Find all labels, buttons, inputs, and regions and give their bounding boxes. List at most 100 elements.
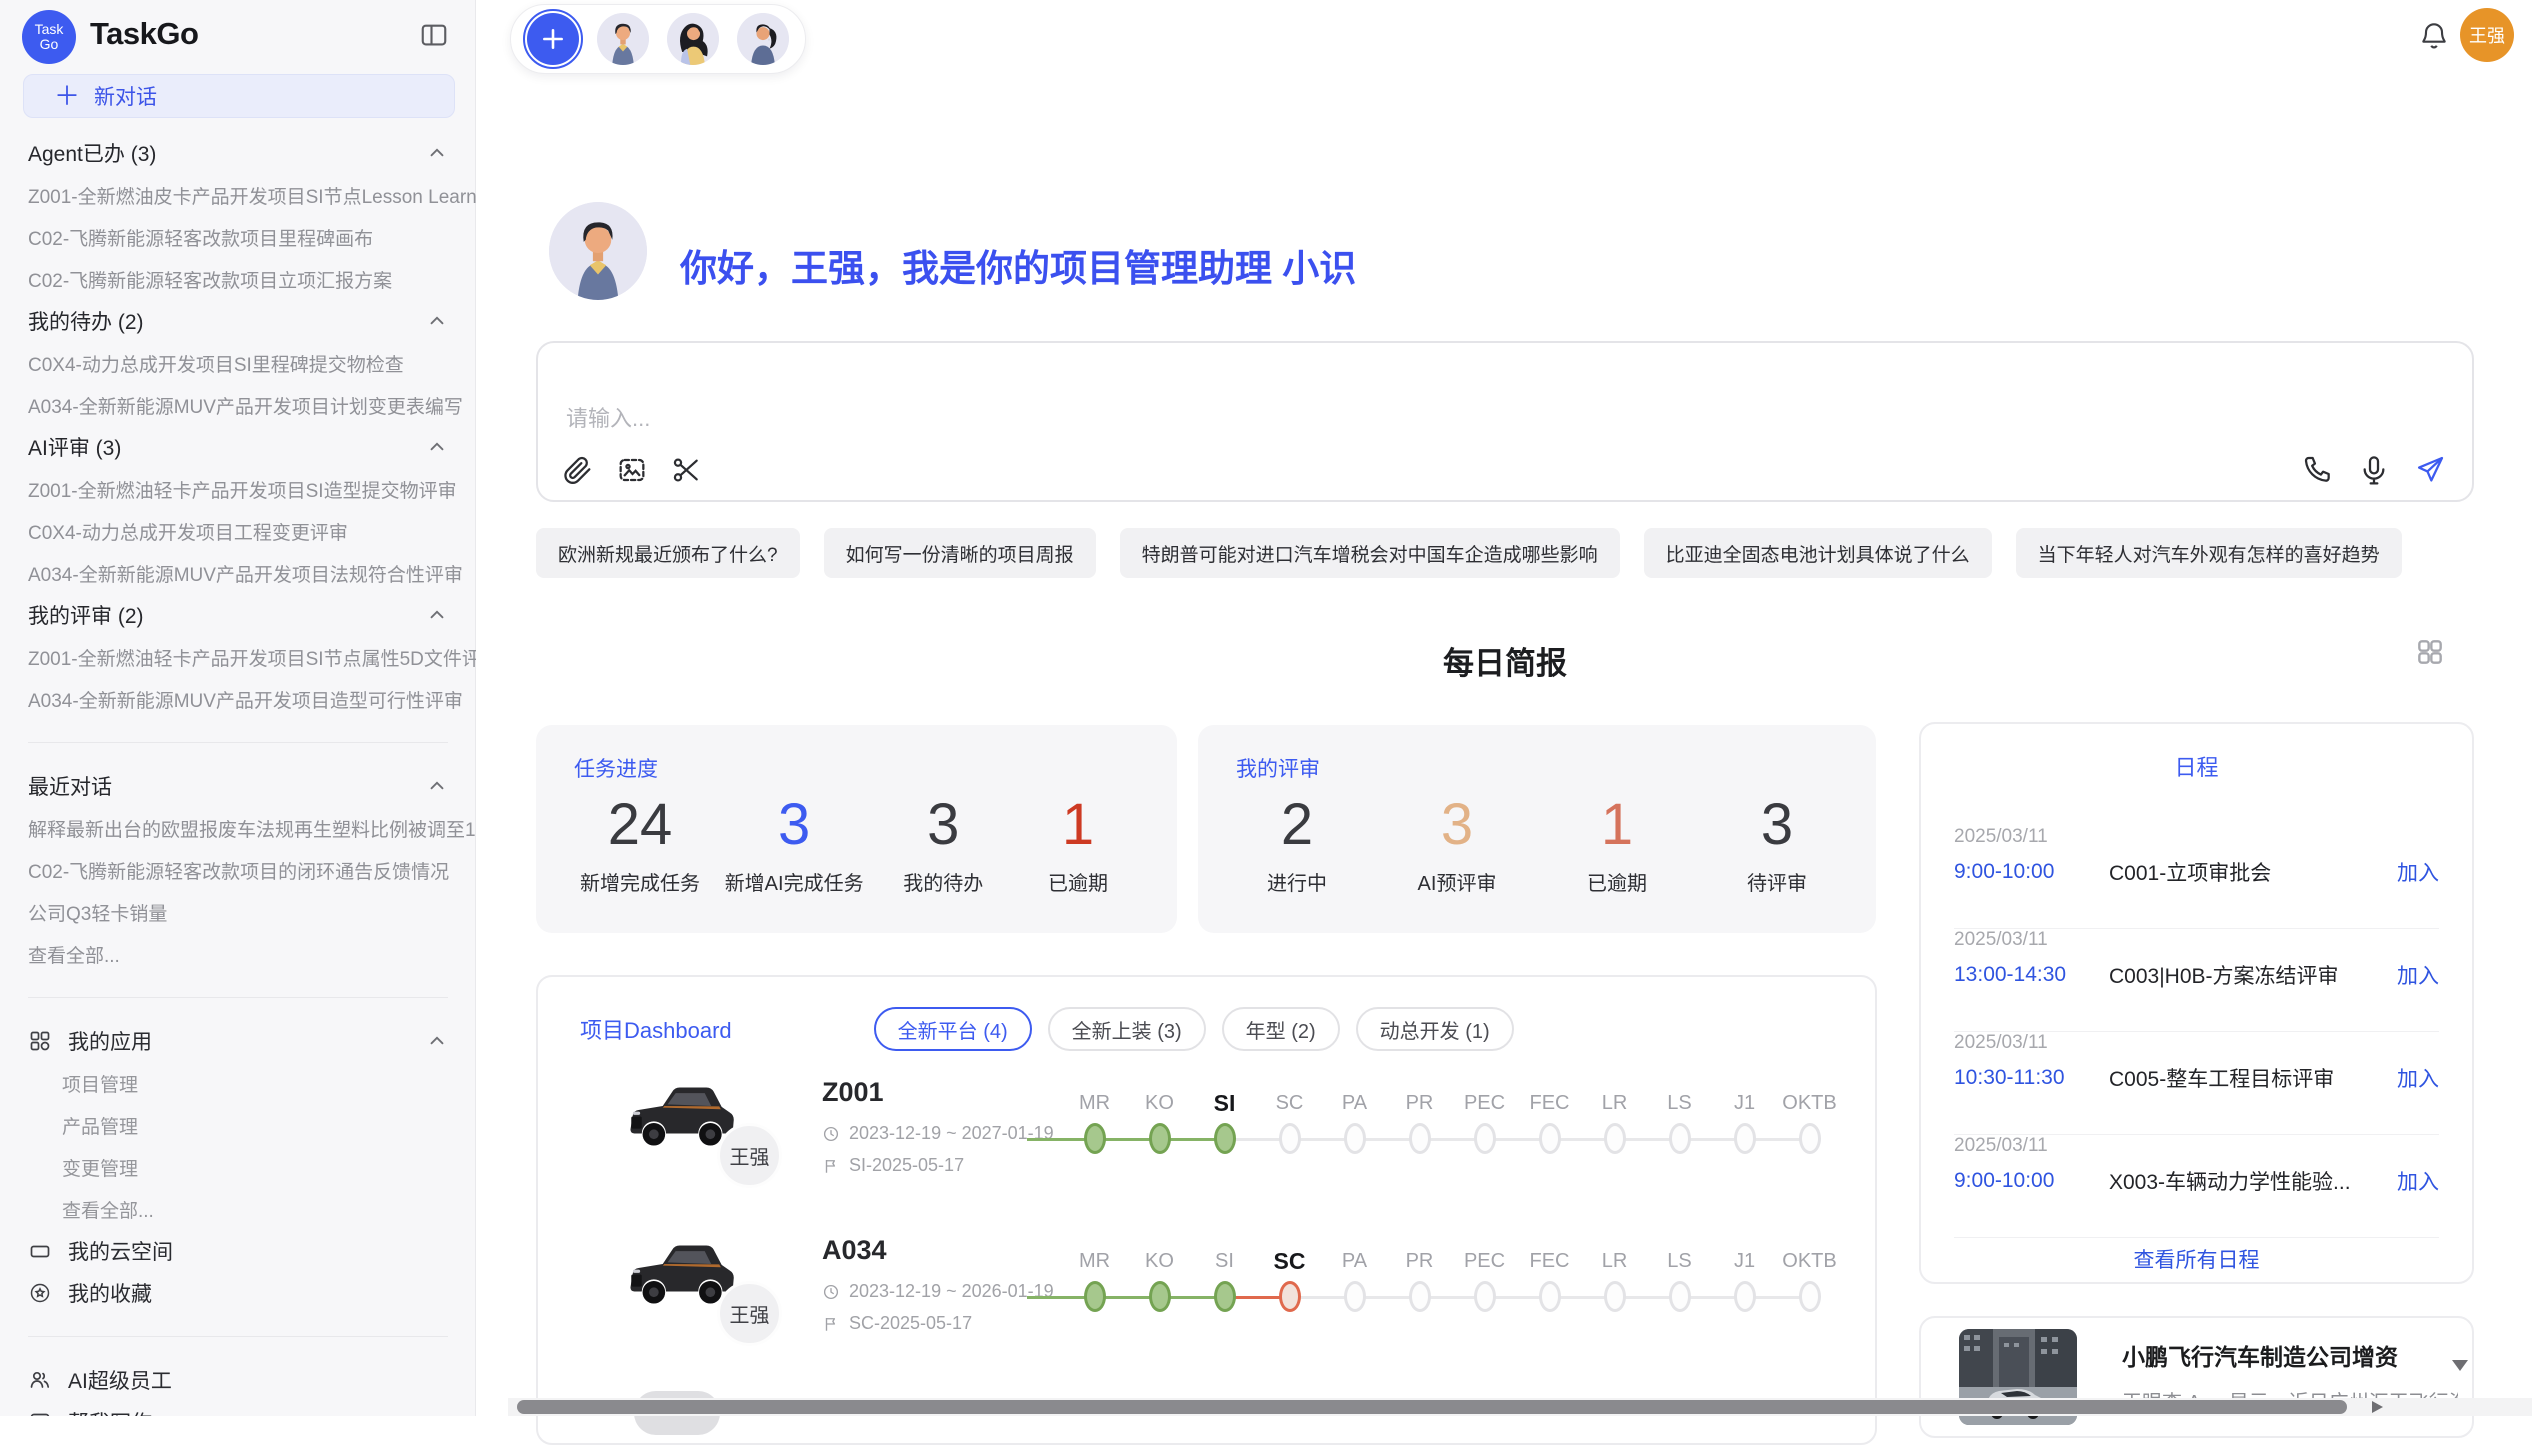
conversation-item[interactable]: C02-飞腾新能源轻客改款项目里程碑画布 bbox=[0, 216, 476, 258]
sidebar-section-my-todo[interactable]: 我的待办 (2) bbox=[0, 300, 476, 342]
sidebar-section-recent[interactable]: 最近对话 bbox=[0, 765, 476, 807]
conversation-item[interactable]: Z001-全新燃油皮卡产品开发项目SI节点Lesson Learn报告 bbox=[0, 174, 476, 216]
milestone-label: PR bbox=[1406, 1246, 1434, 1276]
milestone-dot[interactable] bbox=[1604, 1281, 1626, 1312]
image-upload-icon[interactable] bbox=[616, 454, 648, 486]
new-chat-button[interactable]: ＋ 新对话 bbox=[23, 74, 455, 118]
dashboard-tab-2[interactable]: 年型 (2) bbox=[1222, 1007, 1340, 1051]
scroll-right-arrow[interactable] bbox=[2372, 1401, 2383, 1413]
user-avatar[interactable]: 王强 bbox=[2460, 8, 2514, 62]
milestone-dot[interactable] bbox=[1279, 1123, 1301, 1154]
recent-conversation-item[interactable]: 公司Q3轻卡销量 bbox=[0, 891, 476, 933]
milestone-dot[interactable] bbox=[1734, 1281, 1756, 1312]
conversation-item[interactable]: Z001-全新燃油轻卡产品开发项目SI造型提交物评审 bbox=[0, 468, 476, 510]
sidebar-collapse-icon[interactable] bbox=[419, 20, 449, 50]
chevron-up-icon[interactable] bbox=[426, 142, 448, 164]
sidebar-section-agent-done[interactable]: Agent已办 (3) bbox=[0, 132, 476, 174]
milestone-dot[interactable] bbox=[1734, 1123, 1756, 1154]
milestone-dot[interactable] bbox=[1279, 1281, 1301, 1312]
scroll-down-arrow[interactable] bbox=[2452, 1360, 2468, 1371]
dashboard-tab-3[interactable]: 动总开发 (1) bbox=[1356, 1007, 1514, 1051]
suggestion-chip[interactable]: 如何写一份清晰的项目周报 bbox=[824, 528, 1096, 578]
view-all-apps-link[interactable]: 查看全部... bbox=[0, 1188, 476, 1230]
milestone-dot[interactable] bbox=[1344, 1123, 1366, 1154]
join-meeting-link[interactable]: 加入 bbox=[2397, 960, 2439, 990]
milestone-dot[interactable] bbox=[1669, 1123, 1691, 1154]
stat-value: 3 bbox=[778, 787, 810, 863]
suggestion-chip[interactable]: 比亚迪全固态电池计划具体说了什么 bbox=[1644, 528, 1992, 578]
voice-call-icon[interactable] bbox=[2302, 454, 2334, 486]
add-session-button[interactable] bbox=[527, 13, 579, 65]
milestone-dot[interactable] bbox=[1539, 1281, 1561, 1312]
chevron-up-icon[interactable] bbox=[426, 604, 448, 626]
milestone-dot[interactable] bbox=[1799, 1123, 1821, 1154]
send-icon[interactable] bbox=[2414, 454, 2446, 486]
attachment-icon[interactable] bbox=[562, 454, 594, 486]
session-avatar[interactable] bbox=[597, 13, 649, 65]
suggestion-chip[interactable]: 欧洲新规最近颁布了什么? bbox=[536, 528, 800, 578]
conversation-item[interactable]: A034-全新新能源MUV产品开发项目造型可行性评审 bbox=[0, 678, 476, 720]
milestone-dot[interactable] bbox=[1149, 1281, 1171, 1312]
app-item[interactable]: 项目管理 bbox=[0, 1062, 476, 1104]
recent-conversation-item[interactable]: C02-飞腾新能源轻客改款项目的闭环通告反馈情况 bbox=[0, 849, 476, 891]
dashboard-tab-1[interactable]: 全新上装 (3) bbox=[1048, 1007, 1206, 1051]
news-card[interactable]: 小鹏飞行汽车制造公司增资 天眼查 App 显示，近日广州汇天飞行汽 bbox=[1919, 1316, 2474, 1438]
recent-conversation-item[interactable]: 解释最新出台的欧盟报废车法规再生塑料比例被调至15%... bbox=[0, 807, 476, 849]
horizontal-scrollbar-thumb[interactable] bbox=[517, 1400, 2347, 1414]
milestone-dot[interactable] bbox=[1214, 1123, 1236, 1154]
view-all-conversations-link[interactable]: 查看全部... bbox=[0, 933, 476, 975]
conversation-item[interactable]: C0X4-动力总成开发项目SI里程碑提交物检查 bbox=[0, 342, 476, 384]
join-meeting-link[interactable]: 加入 bbox=[2397, 1166, 2439, 1196]
milestone-dot[interactable] bbox=[1214, 1281, 1236, 1312]
milestone-dot[interactable] bbox=[1474, 1281, 1496, 1312]
sidebar-item-favorites[interactable]: 我的收藏 bbox=[0, 1272, 476, 1314]
sidebar-item-ai-super-staff[interactable]: AI超级员工 bbox=[0, 1359, 476, 1401]
chevron-up-icon[interactable] bbox=[426, 310, 448, 332]
suggestion-chip[interactable]: 特朗普可能对进口汽车增税会对中国车企造成哪些影响 bbox=[1120, 528, 1620, 578]
dashboard-tab-0[interactable]: 全新平台 (4) bbox=[874, 1007, 1032, 1051]
sidebar-item-my-apps[interactable]: 我的应用 bbox=[0, 1020, 476, 1062]
conversation-item[interactable]: C02-飞腾新能源轻客改款项目立项汇报方案 bbox=[0, 258, 476, 300]
join-meeting-link[interactable]: 加入 bbox=[2397, 1063, 2439, 1093]
conversation-item[interactable]: Z001-全新燃油轻卡产品开发项目SI节点属性5D文件评审 bbox=[0, 636, 476, 678]
chevron-up-icon[interactable] bbox=[426, 1030, 448, 1052]
conversation-item[interactable]: A034-全新新能源MUV产品开发项目计划变更表编写 bbox=[0, 384, 476, 426]
chevron-up-icon[interactable] bbox=[426, 436, 448, 458]
item-label: 我的云空间 bbox=[68, 1236, 173, 1266]
notification-bell-icon[interactable] bbox=[2418, 19, 2450, 51]
app-item[interactable]: 变更管理 bbox=[0, 1146, 476, 1188]
conversation-item[interactable]: C0X4-动力总成开发项目工程变更评审 bbox=[0, 510, 476, 552]
project-code[interactable]: Z001 bbox=[822, 1077, 884, 1108]
layout-grid-icon[interactable] bbox=[2414, 636, 2446, 668]
milestone-dot[interactable] bbox=[1409, 1123, 1431, 1154]
project-dashboard-card: 项目Dashboard 全新平台 (4)全新上装 (3)年型 (2)动总开发 (… bbox=[536, 975, 1877, 1445]
milestone-dot[interactable] bbox=[1084, 1123, 1106, 1154]
sidebar-item-cloud-space[interactable]: 我的云空间 bbox=[0, 1230, 476, 1272]
session-avatar[interactable] bbox=[667, 13, 719, 65]
chat-input-box[interactable]: 请输入... bbox=[536, 341, 2474, 502]
microphone-icon[interactable] bbox=[2358, 454, 2390, 486]
milestone-dot[interactable] bbox=[1799, 1281, 1821, 1312]
app-item[interactable]: 产品管理 bbox=[0, 1104, 476, 1146]
join-meeting-link[interactable]: 加入 bbox=[2397, 857, 2439, 887]
milestone-dot[interactable] bbox=[1539, 1123, 1561, 1154]
milestone-dot[interactable] bbox=[1084, 1281, 1106, 1312]
chevron-up-icon[interactable] bbox=[426, 775, 448, 797]
sidebar-section-ai-review[interactable]: AI评审 (3) bbox=[0, 426, 476, 468]
milestone-dot[interactable] bbox=[1149, 1123, 1171, 1154]
screenshot-scissors-icon[interactable] bbox=[670, 454, 702, 486]
conversation-item[interactable]: A034-全新新能源MUV产品开发项目法规符合性评审 bbox=[0, 552, 476, 594]
sidebar-section-my-review[interactable]: 我的评审 (2) bbox=[0, 594, 476, 636]
milestone-PA: PA bbox=[1322, 1246, 1387, 1312]
milestone-dot[interactable] bbox=[1604, 1123, 1626, 1154]
milestone-dot[interactable] bbox=[1409, 1281, 1431, 1312]
view-all-schedule-link[interactable]: 查看所有日程 bbox=[1921, 1244, 2472, 1274]
session-avatar[interactable] bbox=[737, 13, 789, 65]
project-code[interactable]: A034 bbox=[822, 1235, 887, 1266]
suggestion-chip[interactable]: 当下年轻人对汽车外观有怎样的喜好趋势 bbox=[2016, 528, 2402, 578]
item-label: 帮我写作 bbox=[68, 1407, 152, 1416]
sidebar-item-help-me-write[interactable]: 帮我写作 bbox=[0, 1401, 476, 1416]
milestone-dot[interactable] bbox=[1474, 1123, 1496, 1154]
milestone-dot[interactable] bbox=[1669, 1281, 1691, 1312]
milestone-dot[interactable] bbox=[1344, 1281, 1366, 1312]
